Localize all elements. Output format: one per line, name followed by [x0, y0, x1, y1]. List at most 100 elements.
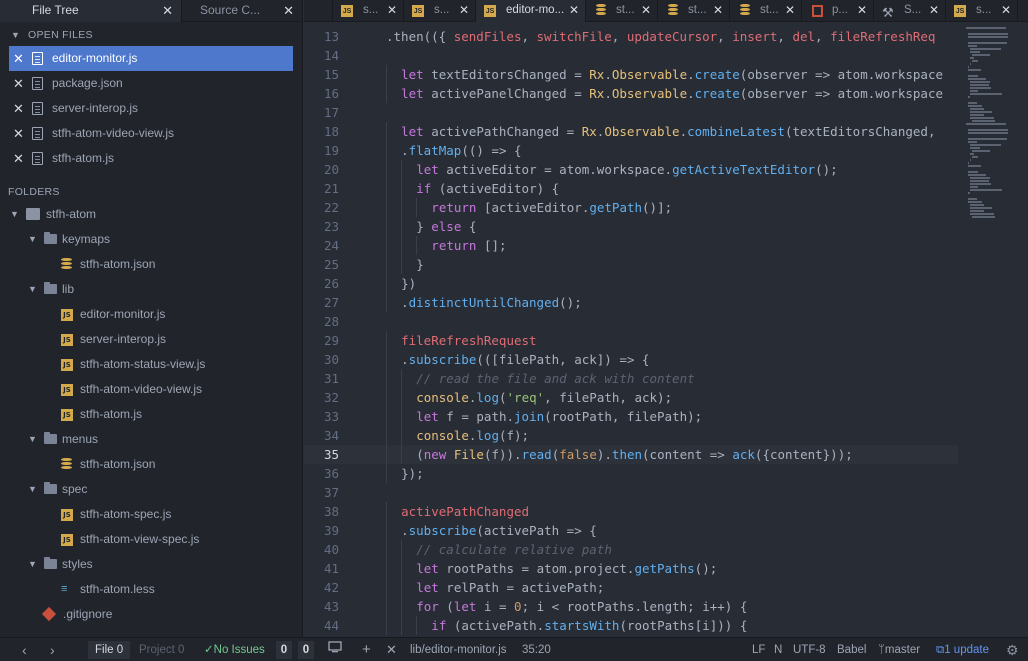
code-line[interactable]: let textEditorsChanged = Rx.Observable.c…	[370, 65, 958, 84]
editor-tab[interactable]: ⚒ S... ✕	[874, 0, 946, 22]
chevron-left-icon[interactable]: ‹	[22, 638, 27, 661]
tree-file[interactable]: stfh-atom.json	[0, 452, 302, 477]
code-line[interactable]: let activeEditor = atom.workspace.getAct…	[370, 160, 958, 179]
grammar[interactable]: Babel	[837, 638, 866, 661]
close-icon[interactable]: ✕	[713, 0, 723, 21]
code-line[interactable]: console.log(f);	[370, 426, 958, 445]
monitor-icon[interactable]	[328, 638, 342, 661]
close-icon[interactable]: ✕	[13, 71, 24, 96]
tree-file[interactable]: JS stfh-atom-status-view.js	[0, 352, 302, 377]
close-icon[interactable]: ✕	[1001, 0, 1011, 21]
code-line[interactable]: let rootPaths = atom.project.getPaths();	[370, 559, 958, 578]
code-line[interactable]: if (activePath.startsWith(rootPaths[i]))…	[370, 616, 958, 635]
code-line[interactable]: });	[370, 464, 958, 483]
editor-tab[interactable]: JS editor-mo... ✕	[476, 0, 586, 22]
error-count[interactable]: 0	[276, 641, 292, 659]
tree-file[interactable]: JS editor-monitor.js	[0, 302, 302, 327]
tree-folder[interactable]: ▼ spec	[0, 477, 302, 502]
warning-count[interactable]: 0	[298, 641, 314, 659]
indent-setting[interactable]: N	[774, 638, 782, 661]
close-icon[interactable]: ✕	[13, 46, 24, 71]
code-line[interactable]: fileRefreshRequest	[370, 331, 958, 350]
editor-tab[interactable]: st... ✕	[658, 0, 730, 22]
editor-tab[interactable]: JS s... ✕	[404, 0, 476, 22]
code-line[interactable]: console.log('req', filePath, ack);	[370, 388, 958, 407]
tree-file[interactable]: JS server-interop.js	[0, 327, 302, 352]
code-line[interactable]: return [];	[370, 236, 958, 255]
file-path[interactable]: lib/editor-monitor.js	[410, 638, 507, 661]
code-line[interactable]: } else {	[370, 217, 958, 236]
close-icon[interactable]: ✕	[929, 0, 939, 21]
close-icon[interactable]: ✕	[283, 0, 294, 21]
code-line[interactable]: // calculate relative path	[370, 540, 958, 559]
editor-tab[interactable]: st... ✕	[586, 0, 658, 22]
tab-file-tree[interactable]: File Tree ✕	[0, 0, 182, 22]
code-line[interactable]: // read the file and ack with content	[370, 369, 958, 388]
close-icon[interactable]: ✕	[569, 0, 579, 21]
code-line[interactable]	[370, 312, 958, 331]
code-line[interactable]: if (activeEditor) {	[370, 179, 958, 198]
package-updates[interactable]: ⧉1 update	[936, 638, 989, 661]
close-icon[interactable]: ✕	[13, 146, 24, 171]
close-icon[interactable]: ✕	[857, 0, 867, 21]
cursor-position[interactable]: 35:20	[522, 638, 551, 661]
code-line[interactable]: .then(({ sendFiles, switchFile, updateCu…	[370, 27, 958, 46]
open-file-item[interactable]: ✕ editor-monitor.js	[9, 46, 293, 71]
encoding[interactable]: UTF-8	[793, 638, 826, 661]
open-file-item[interactable]: ✕ package.json	[0, 71, 302, 96]
chevron-right-icon[interactable]: ›	[50, 638, 55, 661]
code-line[interactable]: .subscribe(activePath => {	[370, 521, 958, 540]
tree-file[interactable]: ≡ stfh-atom.less	[0, 577, 302, 602]
code-line[interactable]: .flatMap(() => {	[370, 141, 958, 160]
tree-folder[interactable]: ▼ stfh-atom	[0, 202, 302, 227]
project-issues-tab[interactable]: Project 0	[132, 641, 191, 659]
tree-file[interactable]: JS stfh-atom-video-view.js	[0, 377, 302, 402]
tab-source-control[interactable]: Source C... ✕	[182, 0, 302, 22]
code-line[interactable]: }	[370, 255, 958, 274]
open-file-item[interactable]: ✕ server-interop.js	[0, 96, 302, 121]
editor-tab[interactable]: p... ✕	[802, 0, 874, 22]
editor-tab[interactable]: st... ✕	[730, 0, 802, 22]
tree-folder[interactable]: ▼ menus	[0, 427, 302, 452]
open-file-item[interactable]: ✕ stfh-atom.js	[0, 146, 302, 171]
code-line[interactable]: let activePathChanged = Rx.Observable.co…	[370, 122, 958, 141]
close-icon[interactable]: ✕	[785, 0, 795, 21]
add-icon[interactable]: +	[362, 638, 371, 661]
tree-file[interactable]: JS stfh-atom-spec.js	[0, 502, 302, 527]
tree-folder[interactable]: ▼ styles	[0, 552, 302, 577]
close-icon[interactable]: ✕	[162, 0, 173, 21]
no-issues-indicator[interactable]: ✓No Issues	[204, 638, 265, 661]
code-editor[interactable]: .then(({ sendFiles, switchFile, updateCu…	[370, 27, 958, 637]
code-line[interactable]: })	[370, 274, 958, 293]
close-icon[interactable]: ✕	[13, 121, 24, 146]
tree-folder[interactable]: ▼ keymaps	[0, 227, 302, 252]
editor-tab[interactable]: JS s... ✕	[332, 0, 404, 22]
close-icon[interactable]: ✕	[459, 0, 469, 21]
code-line[interactable]: activePathChanged	[370, 502, 958, 521]
gear-icon[interactable]: ⚙	[1006, 638, 1019, 661]
tree-file[interactable]: stfh-atom.json	[0, 252, 302, 277]
code-line[interactable]: .subscribe(([filePath, ack]) => {	[370, 350, 958, 369]
code-line[interactable]: for (let i = 0; i < rootPaths.length; i+…	[370, 597, 958, 616]
tree-file[interactable]: JS stfh-atom.js	[0, 402, 302, 427]
close-icon[interactable]: ✕	[386, 638, 397, 661]
tree-file[interactable]: JS stfh-atom-view-spec.js	[0, 527, 302, 552]
code-line[interactable]	[370, 46, 958, 65]
code-line[interactable]: return [activeEditor.getPath()];	[370, 198, 958, 217]
close-icon[interactable]: ✕	[641, 0, 651, 21]
code-line[interactable]	[370, 483, 958, 502]
open-files-header[interactable]: ▼ OPEN FILES	[0, 22, 302, 46]
minimap[interactable]	[958, 23, 1028, 637]
code-line[interactable]: let f = path.join(rootPath, filePath);	[370, 407, 958, 426]
line-ending[interactable]: LF	[752, 638, 765, 661]
tree-folder[interactable]: ▼ lib	[0, 277, 302, 302]
code-line[interactable]	[370, 103, 958, 122]
code-line[interactable]: (new File(f)).read(false).then(content =…	[370, 445, 958, 464]
open-file-item[interactable]: ✕ stfh-atom-video-view.js	[0, 121, 302, 146]
file-issues-tab[interactable]: File 0	[88, 641, 131, 659]
code-line[interactable]: let activePanelChanged = Rx.Observable.c…	[370, 84, 958, 103]
close-icon[interactable]: ✕	[13, 96, 24, 121]
close-icon[interactable]: ✕	[387, 0, 397, 21]
tree-file[interactable]: .gitignore	[0, 602, 302, 627]
code-line[interactable]: let relPath = activePath;	[370, 578, 958, 597]
